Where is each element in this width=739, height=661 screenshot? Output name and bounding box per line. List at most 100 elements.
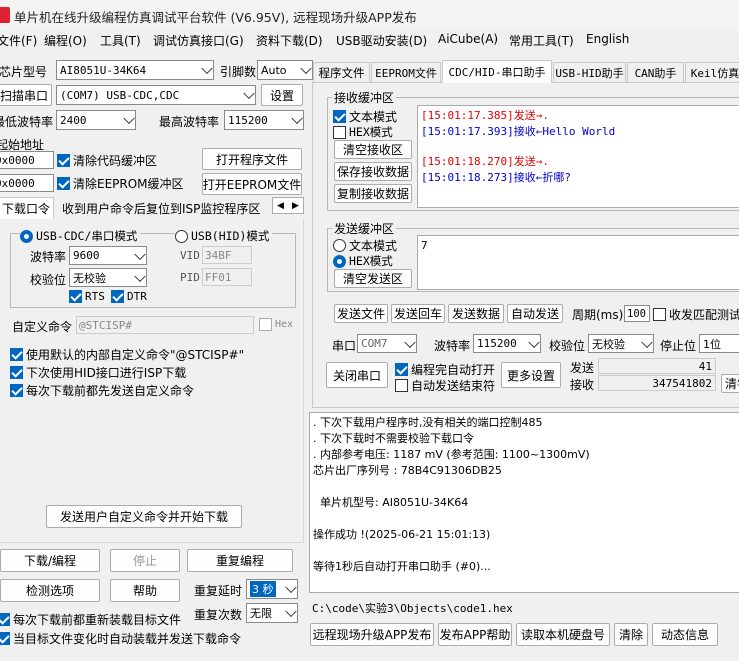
copy-rx-button[interactable]: 复制接收数据: [334, 184, 412, 203]
clear-output-button[interactable]: 清除: [614, 623, 648, 646]
max-baud-select[interactable]: 115200: [224, 110, 304, 130]
serial-parity-select[interactable]: 无校验: [588, 334, 654, 353]
min-baud-select[interactable]: 2400: [56, 110, 136, 130]
scan-port-button[interactable]: 扫描串口: [0, 84, 52, 106]
tx-hex-mode-radio[interactable]: HEX模式: [333, 253, 393, 269]
usb-hid-radio[interactable]: USB(HID)模式: [175, 228, 273, 244]
send-custom-first-checkbox[interactable]: 每次下载前都先发送自定义命令: [10, 382, 194, 399]
dynamic-info-button[interactable]: 动态信息: [652, 623, 718, 646]
close-port-button[interactable]: 关闭串口: [326, 362, 388, 388]
auto-send-button[interactable]: 自动发送: [507, 304, 563, 323]
send-custom-download-button[interactable]: 发送用户自定义命令并开始下载: [46, 505, 242, 528]
repeat-delay-select[interactable]: 3 秒: [246, 579, 298, 599]
menu-common-tools[interactable]: 常用工具(T): [509, 32, 574, 49]
send-enter-button[interactable]: 发送回车: [391, 304, 445, 323]
dtr-checkbox[interactable]: DTR: [111, 290, 147, 303]
tab-cdc-hid-serial[interactable]: CDC/HID-串口助手: [442, 60, 552, 83]
clear-count-button[interactable]: 清零: [721, 374, 739, 393]
tab-program-file[interactable]: 程序文件: [313, 62, 370, 82]
serial-baud-select[interactable]: 115200: [473, 334, 541, 353]
tab-usb-hid[interactable]: USB-HID助手: [553, 62, 626, 82]
tx-text-mode-radio[interactable]: 文本模式: [333, 237, 397, 254]
checkbox-box: [259, 318, 272, 331]
reload-checkbox[interactable]: 每次下载前都重新装载目标文件: [0, 611, 181, 628]
checkbox-box: [69, 290, 82, 303]
tab-eeprom-file[interactable]: EEPROM文件: [371, 62, 441, 82]
auto-load-label: 当目标文件变化时自动装载并发送下载命令: [13, 632, 242, 646]
menu-aicube[interactable]: AiCube(A): [438, 32, 498, 46]
download-program-button[interactable]: 下载/编程: [0, 549, 100, 572]
read-disk-button[interactable]: 读取本机硬盘号: [516, 623, 610, 646]
baud-select[interactable]: 9600: [69, 246, 147, 265]
clear-code-checkbox[interactable]: 清除代码缓冲区: [57, 152, 157, 169]
rx-hex-mode-checkbox[interactable]: HEX模式: [333, 124, 393, 140]
serial-port-select[interactable]: COM7: [357, 334, 417, 353]
menu-program[interactable]: 编程(O): [44, 32, 87, 49]
stop-bits-value: 1位: [703, 337, 721, 351]
rx-text-mode-checkbox[interactable]: 文本模式: [333, 108, 397, 125]
more-settings-button[interactable]: 更多设置: [501, 362, 561, 388]
custom-cmd-input[interactable]: @STCISP#: [76, 316, 254, 334]
left-tab-download[interactable]: 下载口令: [0, 197, 54, 219]
menu-debug[interactable]: 调试仿真接口(G): [153, 32, 244, 49]
check-options-button[interactable]: 检测选项: [0, 579, 100, 602]
send-file-button[interactable]: 发送文件: [334, 304, 388, 323]
menu-download[interactable]: 资料下载(D): [256, 32, 323, 49]
rts-checkbox[interactable]: RTS: [69, 290, 105, 303]
pid-input[interactable]: FF01: [202, 268, 252, 286]
open-eeprom-button[interactable]: 打开EEPROM文件: [202, 173, 302, 195]
usb-hid-label: USB(HID)模式: [191, 229, 270, 243]
auto-open-checkbox[interactable]: 编程完自动打开: [395, 361, 495, 378]
settings-button[interactable]: 设置: [261, 84, 303, 106]
publish-app-button[interactable]: 远程现场升级APP发布: [310, 623, 434, 646]
clear-tx-button[interactable]: 清空发送区: [334, 269, 412, 288]
output-log[interactable]: . 下次下载用户程序时,没有相关的端口控制485 . 下次下载时不需要校验下载口…: [309, 412, 739, 593]
match-test-checkbox[interactable]: 收发匹配测试: [653, 306, 739, 323]
tab-scroll-arrows[interactable]: ◀ ▶: [272, 197, 304, 214]
vid-input[interactable]: 34BF: [202, 246, 252, 264]
chip-select[interactable]: AI8051U-34K64: [56, 60, 214, 80]
port-select[interactable]: (COM7) USB-CDC,CDC: [56, 85, 256, 105]
hex-checkbox[interactable]: Hex: [259, 318, 293, 331]
period-input[interactable]: 100: [624, 305, 650, 322]
tab-can[interactable]: CAN助手: [627, 62, 684, 82]
clear-rx-button[interactable]: 清空接收区: [334, 140, 412, 159]
right-arrow-icon[interactable]: ▶: [292, 201, 299, 211]
checkbox-box: [333, 125, 346, 139]
auto-load-checkbox[interactable]: 当目标文件变化时自动装载并发送下载命令: [0, 630, 241, 647]
auto-end-checkbox[interactable]: 自动发送结束符: [395, 377, 495, 394]
send-data-button[interactable]: 发送数据: [448, 304, 504, 323]
addr-eeprom-input[interactable]: 0x0000: [0, 174, 54, 192]
parity-select[interactable]: 无校验: [69, 268, 147, 287]
menu-usb-driver[interactable]: USB驱动安装(D): [336, 32, 427, 49]
stop-bits-select[interactable]: 1位: [699, 334, 739, 353]
menu-file[interactable]: 文件(F): [0, 32, 37, 49]
radio-dot: [333, 239, 346, 252]
left-arrow-icon[interactable]: ◀: [277, 201, 284, 211]
tx-input[interactable]: 7: [417, 235, 739, 290]
usb-cdc-radio[interactable]: USB-CDC/串口模式: [20, 228, 141, 244]
open-program-button[interactable]: 打开程序文件: [202, 148, 302, 170]
addr-code-input[interactable]: 0x0000: [0, 151, 54, 169]
output-line: . 内部参考电压: 1187 mV (参考范围: 1100~1300mV): [313, 448, 590, 461]
left-tab-isp[interactable]: 收到用户命令后复位到ISP监控程序区: [62, 200, 260, 217]
hid-next-checkbox[interactable]: 下次使用HID接口进行ISP下载: [10, 364, 186, 381]
default-cmd-checkbox[interactable]: 使用默认的内部自定义命令"@STCISP#": [10, 346, 244, 363]
chevron-down-icon: [528, 336, 540, 348]
tab-keil[interactable]: Keil仿真: [685, 62, 739, 82]
baud-value: 9600: [73, 249, 100, 262]
save-rx-button[interactable]: 保存接收数据: [334, 162, 412, 181]
rx-log[interactable]: [15:01:17.385]发送→. [15:01:17.393]接收←Hell…: [417, 105, 739, 208]
help-button[interactable]: 帮助: [110, 579, 180, 602]
menu-tools[interactable]: 工具(T): [100, 32, 141, 49]
menu-english[interactable]: English: [586, 32, 629, 46]
pin-value: Auto: [261, 63, 287, 77]
reprogram-button[interactable]: 重复编程: [187, 549, 293, 572]
pin-select[interactable]: Auto: [257, 60, 313, 80]
log-time: [15:01:17.385]: [421, 109, 514, 122]
rts-label: RTS: [85, 290, 105, 303]
clear-eeprom-checkbox[interactable]: 清除EEPROM缓冲区: [57, 175, 184, 192]
publish-help-button[interactable]: 发布APP帮助: [438, 623, 512, 646]
repeat-count-select[interactable]: 无限: [246, 603, 298, 623]
